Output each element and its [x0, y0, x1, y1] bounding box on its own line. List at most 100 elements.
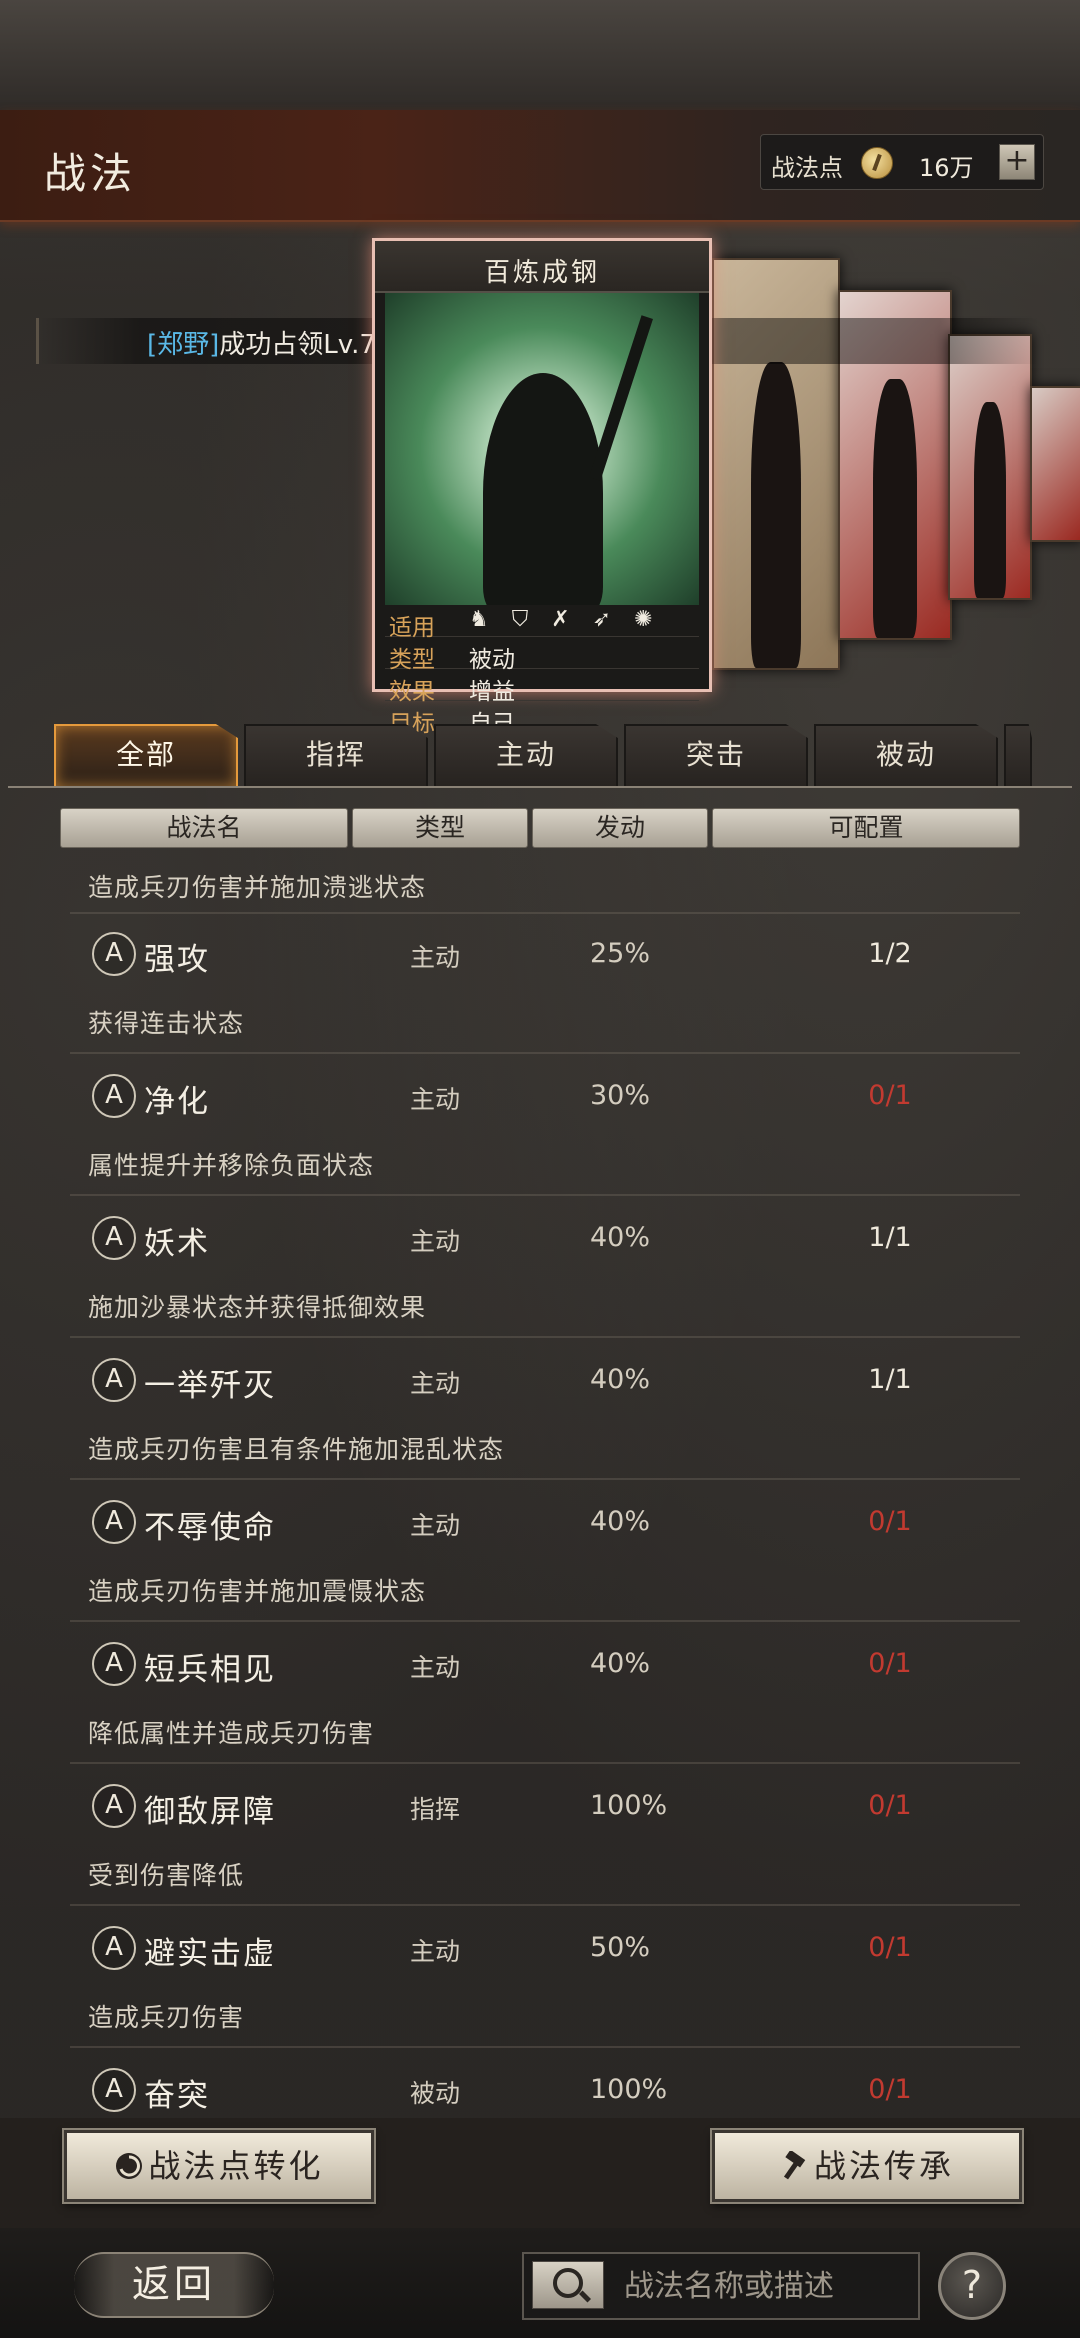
tab-active[interactable]: 主动 [434, 724, 618, 788]
grade-a-badge-icon: A [92, 932, 136, 976]
tab-passive[interactable]: 被动 [814, 724, 998, 788]
row-divider [70, 1052, 1020, 1054]
skill-trigger-rate: 40% [590, 1222, 651, 1253]
back-button[interactable]: 返回 [74, 2252, 274, 2318]
list-item[interactable]: A 御敌屏障 指挥 100% 0/1 受到伤害降低 [70, 1770, 1020, 1912]
list-item[interactable]: A 短兵相见 主动 40% 0/1 降低属性并造成兵刃伤害 [70, 1628, 1020, 1770]
card-silhouette [873, 378, 917, 638]
tab-more-edge[interactable] [1004, 724, 1032, 788]
page-title: 战法 [44, 149, 137, 198]
grade-a-badge-icon: A [92, 2068, 136, 2112]
row-divider [70, 1904, 1020, 1906]
stat-row-effect: 效果 增益 [385, 669, 699, 705]
skill-description: 施加沙暴状态并获得抵御效果 [88, 1293, 427, 1322]
grade-a-badge-icon: A [92, 1500, 136, 1544]
stacked-card-4[interactable] [948, 334, 1032, 600]
search-box [522, 2252, 920, 2320]
partial-row-description: 造成兵刃伤害并施加溃逃状态 [88, 873, 427, 902]
skill-trigger-rate: 100% [590, 2074, 668, 2105]
skill-config-count: 0/1 [868, 1932, 912, 1963]
convert-points-button[interactable]: 战法点转化 [64, 2130, 374, 2202]
header-bar: 战法 战法点 16万 + [0, 110, 1080, 222]
row-divider [70, 1478, 1020, 1480]
skill-name: 避实击虚 [144, 1936, 276, 1972]
skill-name: 一举歼灭 [144, 1368, 276, 1404]
column-header-type[interactable]: 类型 [352, 808, 528, 848]
skill-trigger-rate: 40% [590, 1506, 651, 1537]
action-bar: 战法点转化 战法传承 [0, 2118, 1080, 2228]
tactic-points-box: 战法点 16万 + [760, 134, 1044, 190]
search-input[interactable] [622, 2264, 912, 2308]
convert-points-label: 战法点转化 [148, 2147, 324, 2185]
skill-type: 主动 [410, 1937, 461, 1966]
skill-name: 强攻 [144, 942, 210, 978]
skill-name: 奋突 [144, 2078, 210, 2114]
skill-name: 妖术 [144, 1226, 210, 1262]
row-divider [70, 1620, 1020, 1622]
tabs-divider [8, 786, 1072, 788]
skill-type: 主动 [410, 1369, 461, 1398]
list-item[interactable]: A 不辱使命 主动 40% 0/1 造成兵刃伤害并施加震慑状态 [70, 1486, 1020, 1628]
skill-config-count: 1/1 [868, 1364, 912, 1395]
stacked-card-5[interactable] [1030, 386, 1080, 542]
row-divider [70, 2046, 1020, 2048]
list-item[interactable]: A 一举歼灭 主动 40% 1/1 造成兵刃伤害且有条件施加混乱状态 [70, 1344, 1020, 1486]
footer-bar: 返回 ? [0, 2228, 1080, 2338]
skill-description: 受到伤害降低 [88, 1861, 245, 1890]
skill-config-count: 1/2 [868, 938, 912, 969]
hammer-icon [780, 2137, 810, 2180]
skill-name: 净化 [144, 1084, 210, 1120]
skill-config-count: 0/1 [868, 1080, 912, 1111]
skill-type: 主动 [410, 1653, 461, 1682]
tab-command[interactable]: 指挥 [244, 724, 428, 788]
column-header-trigger[interactable]: 发动 [532, 808, 708, 848]
tab-assault[interactable]: 突击 [624, 724, 808, 788]
column-header-name[interactable]: 战法名 [60, 808, 348, 848]
list-item[interactable]: A 强攻 主动 25% 1/2 获得连击状态 [70, 918, 1020, 1060]
list-item[interactable]: A 净化 主动 30% 0/1 属性提升并移除负面状态 [70, 1060, 1020, 1202]
card-title-bar: 百炼成钢 [375, 241, 709, 293]
card-art [385, 293, 699, 605]
card-silhouette [751, 362, 801, 668]
swirl-icon [114, 2137, 144, 2179]
stat-row-type: 类型 被动 [385, 637, 699, 673]
skill-description: 造成兵刃伤害且有条件施加混乱状态 [88, 1435, 505, 1464]
grade-a-badge-icon: A [92, 1642, 136, 1686]
grade-a-badge-icon: A [92, 1926, 136, 1970]
skill-trigger-rate: 30% [590, 1080, 651, 1111]
grade-a-badge-icon: A [92, 1216, 136, 1260]
stat-row-applicable: 适用 ♞ ⛉ ✗ ➶ ✺ [385, 605, 699, 641]
row-divider [70, 1194, 1020, 1196]
inherit-tactic-button[interactable]: 战法传承 [712, 2130, 1022, 2202]
grade-a-badge-icon: A [92, 1358, 136, 1402]
skill-trigger-rate: 40% [590, 1648, 651, 1679]
row-divider [70, 912, 1020, 914]
row-divider [70, 1762, 1020, 1764]
skill-name: 短兵相见 [144, 1652, 276, 1688]
help-button[interactable]: ? [938, 2252, 1006, 2320]
card-silhouette [974, 401, 1006, 598]
search-button[interactable] [532, 2261, 604, 2309]
tactic-list[interactable]: 造成兵刃伤害并施加溃逃状态 A 强攻 主动 25% 1/2 获得连击状态 A 净… [70, 856, 1020, 2118]
selected-tactic-card[interactable]: 百炼成钢 适用 ♞ ⛉ ✗ ➶ ✺ 类型 被动 效果 增益 目标 自己 [372, 238, 712, 737]
grade-a-badge-icon: A [92, 1074, 136, 1118]
skill-description: 造成兵刃伤害并施加震慑状态 [88, 1577, 427, 1606]
tactic-point-coin-icon [861, 147, 893, 179]
column-header-configurable[interactable]: 可配置 [712, 808, 1020, 848]
troop-type-icons: ♞ ⛉ ✗ ➶ ✺ [469, 607, 661, 632]
skill-type: 主动 [410, 1085, 461, 1114]
list-column-headers: 战法名 类型 发动 可配置 [60, 808, 1020, 848]
tab-all[interactable]: 全部 [54, 724, 238, 788]
add-points-button[interactable]: + [999, 144, 1035, 180]
top-decorative-band [0, 0, 1080, 110]
skill-description: 属性提升并移除负面状态 [88, 1151, 375, 1180]
filter-tabs: 全部 指挥 主动 突击 被动 [54, 724, 1054, 788]
sword-silhouette [589, 315, 653, 481]
list-item[interactable]: A 避实击虚 主动 50% 0/1 造成兵刃伤害 [70, 1912, 1020, 2054]
skill-trigger-rate: 100% [590, 1790, 668, 1821]
list-item[interactable]: A 奋突 被动 100% 0/1 [70, 2054, 1020, 2118]
skill-config-count: 0/1 [868, 1506, 912, 1537]
inherit-tactic-label: 战法传承 [813, 2147, 954, 2185]
skill-type: 被动 [410, 2079, 461, 2108]
list-item[interactable]: A 妖术 主动 40% 1/1 施加沙暴状态并获得抵御效果 [70, 1202, 1020, 1344]
